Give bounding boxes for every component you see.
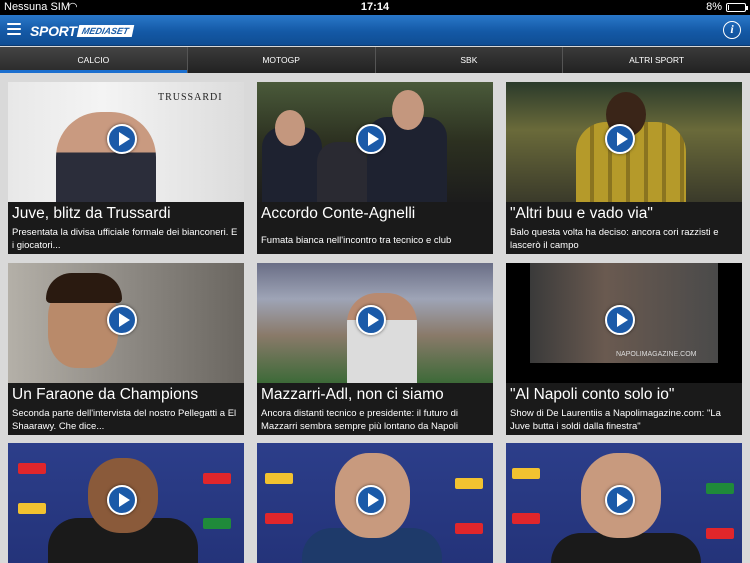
logo-sport-text: SPORT [30,23,77,39]
tab-sbk[interactable]: SBK [375,47,564,73]
play-icon[interactable] [605,124,635,154]
video-description: Show di De Laurentiis a Napolimagazine.c… [510,408,721,432]
menu-icon[interactable] [7,23,21,37]
video-title: Juve, blitz da Trussardi [12,205,171,222]
video-card[interactable]: Un Faraone da Champions Seconda parte de… [8,263,244,435]
play-icon[interactable] [605,305,635,335]
video-card[interactable] [8,443,244,563]
video-card[interactable] [257,443,493,563]
play-icon[interactable] [356,305,386,335]
video-card[interactable]: "Altri buu e vado via" Balo questa volta… [506,82,742,254]
nav-bar: SPORT MEDIASET i [0,15,750,46]
video-description: Fumata bianca nell'incontro tra tecnico … [261,235,452,246]
play-icon[interactable] [356,485,386,515]
video-title: Accordo Conte-Agnelli [261,205,416,222]
thumbnail-brand-text: TRUSSARDI [158,92,223,103]
tab-altri-sport[interactable]: ALTRI SPORT [563,47,750,73]
play-icon[interactable] [605,485,635,515]
play-icon[interactable] [356,124,386,154]
video-description: Presentata la divisa ufficiale formale d… [12,227,238,251]
battery-level [728,5,729,10]
app-logo: SPORT MEDIASET [30,23,135,39]
video-description: Ancora distanti tecnico e presidente: il… [261,408,458,432]
category-tabs: CALCIO MOTOGP SBK ALTRI SPORT [0,47,750,73]
clock: 17:14 [360,1,390,13]
play-icon[interactable] [107,305,137,335]
play-icon[interactable] [107,124,137,154]
status-bar: Nessuna SIM ◠ 17:14 8% [0,0,750,15]
video-title: "Al Napoli conto solo io" [510,386,675,403]
info-icon[interactable]: i [723,21,741,39]
play-icon[interactable] [107,485,137,515]
video-card[interactable] [506,443,742,563]
logo-mediaset-text: MEDIASET [77,25,135,37]
video-description: Seconda parte dell'intervista del nostro… [12,408,237,432]
video-card[interactable]: NAPOLIMAGAZINE.COM "Al Napoli conto solo… [506,263,742,435]
video-title: Mazzarri-Adl, non ci siamo [261,386,444,403]
video-card[interactable]: TRUSSARDI Juve, blitz da Trussardi Prese… [8,82,244,254]
video-title: Un Faraone da Champions [12,386,199,403]
video-title: "Altri buu e vado via" [510,205,653,222]
battery-icon [726,3,748,12]
video-description: Balo questa volta ha deciso: ancora cori… [510,227,719,251]
tab-motogp[interactable]: MOTOGP [187,47,376,73]
video-card[interactable]: Mazzarri-Adl, non ci siamo Ancora distan… [257,263,493,435]
thumbnail-watermark: NAPOLIMAGAZINE.COM [616,351,697,358]
battery-percent: 8% [706,1,722,13]
video-card[interactable]: Accordo Conte-Agnelli Fumata bianca nell… [257,82,493,254]
tab-calcio[interactable]: CALCIO [0,47,188,73]
